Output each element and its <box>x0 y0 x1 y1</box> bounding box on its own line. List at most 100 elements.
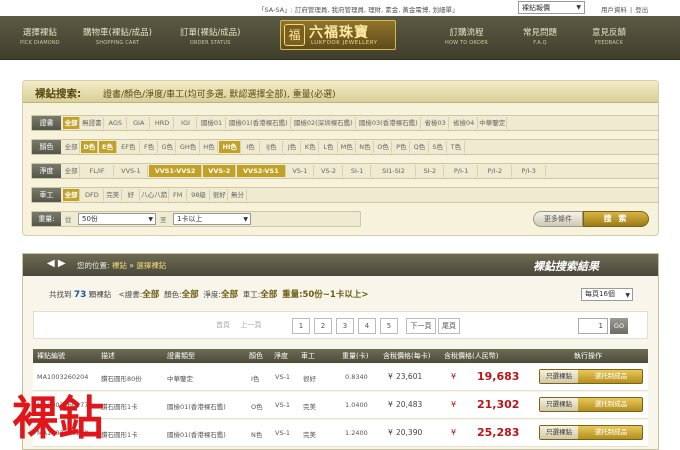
filter-option[interactable]: I色 <box>242 141 260 153</box>
filter-option[interactable]: SI-2 <box>417 165 445 177</box>
filter-option[interactable]: IGI <box>175 117 198 129</box>
filter-option[interactable]: VVS-1 <box>115 165 148 177</box>
nav-how-to-order[interactable]: 訂購流程 HOW TO ORDER <box>445 26 488 46</box>
filter-option[interactable]: H色 <box>201 141 218 153</box>
filter-option[interactable]: VVS-2 <box>203 165 237 177</box>
brand-logo[interactable]: 福 六福珠寶 LUKFOOK JEWELLERY <box>280 20 396 50</box>
filter-option[interactable]: GH色 <box>177 141 200 153</box>
breadcrumb-diamond-link[interactable]: 裸鉆 <box>112 261 127 270</box>
filter-option[interactable]: D色 <box>81 141 99 153</box>
weight-to-select[interactable]: 1卡以上 ▼ <box>173 213 251 225</box>
filter-option[interactable]: FM <box>170 189 187 201</box>
filter-option[interactable]: P色 <box>393 141 411 153</box>
select-setting-button[interactable]: 選托制成品 <box>580 426 642 439</box>
filter-option[interactable]: 省檢03 <box>422 117 450 129</box>
filter-option[interactable]: P/I-1 <box>445 165 478 177</box>
page-button-3[interactable]: 3 <box>336 318 354 334</box>
page-button-1[interactable]: 1 <box>292 318 310 334</box>
filter-option[interactable]: EF色 <box>118 141 140 153</box>
back-arrow-icon[interactable]: ◀ <box>47 258 55 269</box>
filter-option[interactable]: 國檢01 <box>198 117 226 129</box>
filter-option[interactable]: 中華鑒定 <box>479 117 507 129</box>
filter-option[interactable]: IJ色 <box>261 141 283 153</box>
filter-option[interactable]: M色 <box>339 141 356 153</box>
filter-option[interactable]: T色 <box>448 141 465 153</box>
nav-order-status[interactable]: 訂單(裸鉆/成品) ORDER STATUS <box>180 26 241 46</box>
advanced-options-button[interactable]: 更多條件 <box>533 211 583 227</box>
filter-option[interactable]: P/I-3 <box>513 165 546 177</box>
select-setting-button[interactable]: 選托制成品 <box>580 398 642 411</box>
filter-option[interactable]: N色 <box>357 141 374 153</box>
user-profile-link[interactable]: 用戶資料 <box>601 6 627 14</box>
filter-option[interactable]: 完美 <box>105 189 122 201</box>
filter-option[interactable]: 全部 <box>63 141 81 153</box>
filter-option[interactable]: F色 <box>141 141 159 153</box>
filter-option[interactable]: 全部 <box>63 189 81 201</box>
nav-sublabel: ORDER STATUS <box>189 40 231 46</box>
language-select[interactable]: 裸鉆報價 ▼ <box>518 1 585 14</box>
nav-feedback[interactable]: 意見反饋 FEEDBACK <box>592 26 626 46</box>
filter-option[interactable]: 全部 <box>63 117 81 129</box>
filter-option[interactable]: E色 <box>99 141 117 153</box>
filter-option[interactable]: 八心八箭 <box>141 189 169 201</box>
filter-option[interactable]: VS-2 <box>315 165 343 177</box>
last-page-button[interactable]: 尾頁 <box>438 318 460 334</box>
filter-option[interactable]: 98級 <box>188 189 211 201</box>
first-page-button[interactable]: 首頁 <box>212 318 234 334</box>
logout-link[interactable]: 登出 <box>635 6 648 14</box>
filter-option[interactable]: 無證書 <box>81 117 104 129</box>
filter-option[interactable]: Q色 <box>411 141 429 153</box>
results-title: 裸鉆搜索結果 <box>533 260 599 273</box>
filter-option[interactable]: GIA <box>128 117 151 129</box>
page-number-input[interactable]: 1 <box>578 318 608 334</box>
col-header: 車工 <box>301 352 315 360</box>
search-button[interactable]: 搜 索 <box>583 211 649 227</box>
nav-pick-diamond[interactable]: 選擇裸鉆 PICK DIAMOND <box>20 26 60 46</box>
filter-option[interactable]: 國檢01(香港裸石鑑) <box>227 117 291 129</box>
nav-shopping-cart[interactable]: 購物車(裸鉆/成品) SHOPPING CART <box>83 26 152 46</box>
breadcrumb-pick-link[interactable]: 選擇裸鉆 <box>136 261 166 270</box>
filter-option[interactable]: O色 <box>375 141 393 153</box>
filter-option[interactable]: 無分 <box>229 189 247 201</box>
filter-label: 重量: <box>32 212 61 226</box>
filter-option[interactable]: HI色 <box>219 141 242 153</box>
page-button-5[interactable]: 5 <box>380 318 398 334</box>
filter-option[interactable]: VS-1 <box>287 165 315 177</box>
filter-option[interactable]: 省檢04 <box>450 117 478 129</box>
nav-sublabel: HOW TO ORDER <box>445 40 489 46</box>
filter-option[interactable]: 國檢03(香港裸石鑑) <box>357 117 421 129</box>
page-button-2[interactable]: 2 <box>314 318 332 334</box>
filter-option[interactable]: AGS <box>105 117 127 129</box>
filter-option[interactable]: 很好 <box>211 189 229 201</box>
select-diamond-only-button[interactable]: 只選裸鉆 <box>540 398 578 411</box>
filter-option[interactable]: 國檢02(深圳裸石鑑) <box>292 117 356 129</box>
filter-option[interactable]: FL/IF <box>81 165 114 177</box>
filter-option[interactable]: G色 <box>159 141 177 153</box>
filter-option[interactable]: VVS1-VVS2 <box>148 165 203 177</box>
nav-faq[interactable]: 常見問題 F.A.Q <box>523 26 557 46</box>
filter-option[interactable]: VVS2-VS1 <box>237 165 286 177</box>
filter-option[interactable]: SI1-SI2 <box>372 165 416 177</box>
select-diamond-only-button[interactable]: 只選裸鉆 <box>540 370 578 383</box>
filter-option[interactable]: DFD <box>81 189 104 201</box>
nav-sublabel: SHOPPING CART <box>95 40 140 46</box>
filter-option[interactable]: J色 <box>284 141 302 153</box>
filter-option[interactable]: HRD <box>151 117 174 129</box>
forward-arrow-icon[interactable]: ▶ <box>58 258 66 269</box>
filter-option[interactable]: P/I-2 <box>479 165 512 177</box>
weight-to-label: 至 <box>160 216 167 224</box>
filter-option[interactable]: 全部 <box>63 165 81 177</box>
prev-page-button[interactable]: 上一頁 <box>236 318 266 334</box>
next-page-button[interactable]: 下一頁 <box>406 318 436 334</box>
select-diamond-only-button[interactable]: 只選裸鉆 <box>540 426 578 439</box>
select-setting-button[interactable]: 選托制成品 <box>580 370 642 383</box>
per-page-select[interactable]: 每頁16個 ▼ <box>581 288 633 301</box>
weight-from-select[interactable]: 50份 ▼ <box>78 213 156 225</box>
filter-option[interactable]: K色 <box>302 141 320 153</box>
filter-option[interactable]: 好 <box>123 189 140 201</box>
go-button[interactable]: GO <box>610 318 628 334</box>
filter-option[interactable]: L色 <box>320 141 338 153</box>
page-button-4[interactable]: 4 <box>358 318 376 334</box>
filter-option[interactable]: SI-1 <box>344 165 372 177</box>
filter-option[interactable]: S色 <box>430 141 447 153</box>
